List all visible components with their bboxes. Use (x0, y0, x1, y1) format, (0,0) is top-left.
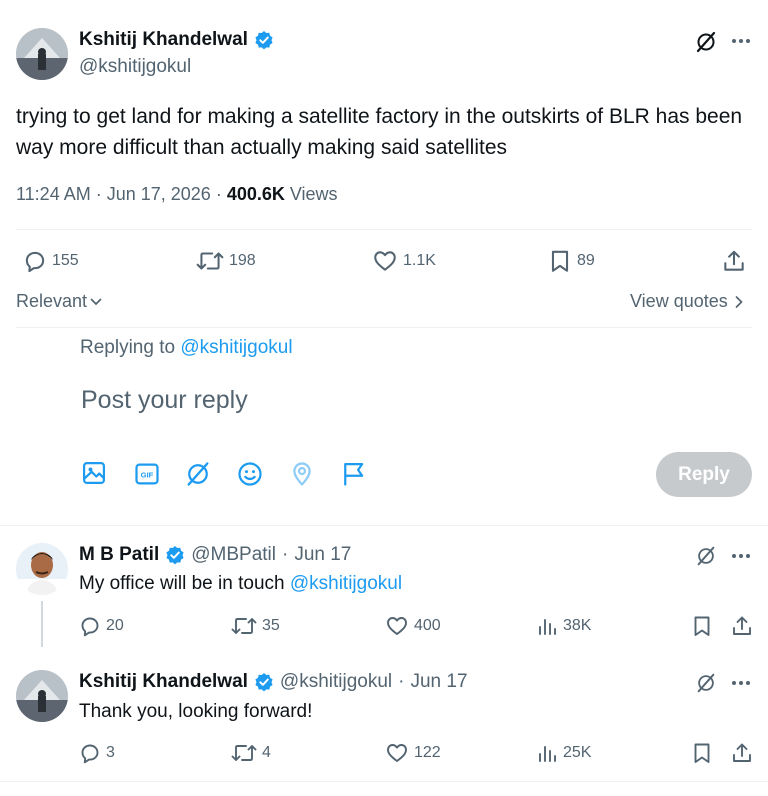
retweet-count: 35 (262, 617, 280, 634)
sort-label: Relevant (16, 291, 88, 311)
like-count: 1.1K (403, 252, 436, 269)
separator-dot: · (95, 184, 102, 204)
reply-text: Thank you, looking forward! (79, 701, 313, 722)
bookmark-icon (547, 248, 573, 274)
reply-author-handle[interactable]: @kshitijgokul (280, 671, 392, 693)
like-action[interactable]: 400 (384, 614, 441, 638)
reply-action[interactable]: 155 (22, 248, 79, 274)
verified-badge-icon (254, 672, 274, 692)
reply-icon (78, 741, 102, 765)
reply-input[interactable]: Post your reply (81, 386, 248, 415)
divider (16, 229, 752, 230)
reply-icon (22, 248, 48, 274)
reply-author-name[interactable]: M B Patil (79, 544, 159, 566)
location-icon[interactable] (288, 460, 316, 488)
thread-line (41, 601, 43, 647)
reply-date[interactable]: Jun 17 (410, 671, 467, 693)
view-quotes-label: View quotes (630, 291, 728, 311)
replying-to-label: Replying to (80, 337, 176, 358)
separator-dot: · (281, 544, 289, 565)
divider (0, 781, 768, 782)
reply-avatar[interactable] (16, 543, 68, 595)
reply-author-name[interactable]: Kshitij Khandelwal (79, 671, 248, 693)
sort-dropdown[interactable]: Relevant (16, 291, 103, 312)
emoji-icon[interactable] (236, 460, 264, 488)
image-icon[interactable] (80, 459, 108, 487)
author-name[interactable]: Kshitij Khandelwal (79, 29, 248, 51)
replying-to: Replying to @kshitijgokul (80, 337, 293, 359)
grok-icon[interactable] (695, 545, 717, 567)
views-count: 400.6K (226, 184, 285, 204)
retweet-icon (195, 248, 225, 274)
reply-author-handle[interactable]: @MBPatil (191, 544, 276, 566)
svg-text:GIF: GIF (141, 471, 154, 480)
grok-icon[interactable] (695, 672, 717, 694)
verified-badge-icon (254, 30, 274, 50)
bookmark-icon[interactable] (690, 614, 714, 638)
bookmark-action[interactable]: 89 (547, 248, 595, 274)
heart-icon (384, 614, 410, 638)
reply-text-body: My office will be in touch (79, 573, 285, 594)
view-quotes-link[interactable]: View quotes (630, 291, 744, 312)
reply-count: 155 (52, 252, 79, 269)
tweet-time[interactable]: 11:24 AM (16, 184, 91, 205)
reply-action[interactable]: 3 (78, 741, 115, 765)
replying-to-handle[interactable]: @kshitijgokul (180, 337, 292, 358)
reply-text: My office will be in touch @kshitijgokul (79, 573, 402, 595)
reply-date[interactable]: Jun 17 (294, 544, 351, 566)
more-options-icon[interactable] (731, 38, 751, 44)
views-label: Views (289, 184, 338, 204)
share-icon[interactable] (730, 614, 754, 638)
separator-dot: · (398, 671, 405, 692)
retweet-action[interactable]: 198 (195, 248, 256, 274)
grok-icon[interactable] (694, 30, 718, 54)
share-icon[interactable] (721, 248, 747, 274)
reply-count: 3 (106, 744, 115, 761)
separator-dot: · (215, 184, 222, 204)
reply-button[interactable]: Reply (656, 452, 752, 497)
chevron-right-icon (734, 295, 744, 309)
reply-avatar[interactable] (16, 670, 68, 722)
bookmark-count: 89 (577, 252, 595, 269)
reply-icon (78, 614, 102, 638)
retweet-action[interactable]: 4 (230, 741, 271, 765)
tweet-text: trying to get land for making a satellit… (16, 105, 743, 159)
tweet-date[interactable]: Jun 17, 2026 (107, 184, 211, 205)
analytics-icon (537, 614, 559, 638)
retweet-action[interactable]: 35 (230, 614, 280, 638)
divider (0, 525, 768, 526)
retweet-icon (230, 741, 258, 765)
like-count: 122 (414, 744, 441, 761)
verified-badge-icon (165, 545, 185, 565)
heart-icon (371, 248, 399, 274)
views-count: 38K (563, 617, 592, 634)
reply-action[interactable]: 20 (78, 614, 124, 638)
views-action[interactable]: 38K (537, 614, 591, 638)
views-action[interactable]: 25K (537, 741, 591, 765)
analytics-icon (537, 741, 559, 765)
retweet-icon (230, 614, 258, 638)
retweet-count: 198 (229, 252, 256, 269)
gif-icon[interactable]: GIF (133, 460, 161, 488)
more-options-icon[interactable] (731, 553, 751, 559)
like-action[interactable]: 122 (384, 741, 441, 765)
like-count: 400 (414, 617, 441, 634)
retweet-count: 4 (262, 744, 271, 761)
like-action[interactable]: 1.1K (371, 248, 436, 274)
grok-icon[interactable] (184, 460, 212, 488)
bookmark-icon[interactable] (690, 741, 714, 765)
reply-count: 20 (106, 617, 124, 634)
more-options-icon[interactable] (731, 680, 751, 686)
flag-icon[interactable] (340, 460, 368, 488)
chevron-down-icon (89, 295, 103, 309)
author-handle[interactable]: @kshitijgokul (79, 56, 191, 78)
heart-icon (384, 741, 410, 765)
divider (16, 327, 752, 328)
share-icon[interactable] (730, 741, 754, 765)
author-avatar[interactable] (16, 28, 68, 80)
reply-mention[interactable]: @kshitijgokul (290, 573, 402, 594)
views-count: 25K (563, 744, 592, 761)
